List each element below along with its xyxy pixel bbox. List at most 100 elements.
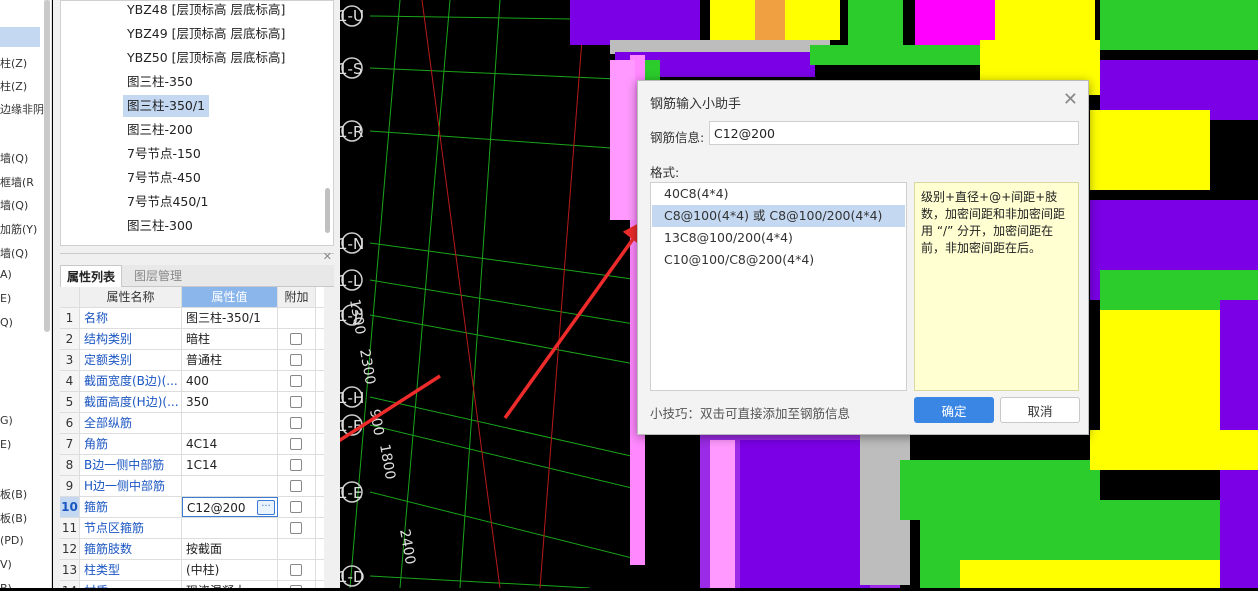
- property-row[interactable]: 3 定额类别 普通柱: [60, 350, 324, 371]
- property-value[interactable]: 400: [182, 371, 278, 391]
- left-strip-item[interactable]: 边缘非阴: [0, 101, 44, 117]
- property-extra: [278, 497, 316, 517]
- property-row[interactable]: 9 H边一侧中部筋: [60, 476, 324, 497]
- row-number: 14: [60, 581, 80, 588]
- left-strip-item[interactable]: 框墙(R: [0, 174, 34, 190]
- left-strip-scrollbar[interactable]: [44, 0, 50, 332]
- tab-layers[interactable]: 图层管理: [128, 265, 188, 287]
- component-list-item[interactable]: 7号节点-450: [123, 167, 205, 189]
- property-row[interactable]: 7 角筋 4C14: [60, 434, 324, 455]
- extra-checkbox[interactable]: [290, 564, 302, 576]
- property-value[interactable]: [182, 476, 278, 496]
- cancel-button[interactable]: 取消: [1000, 397, 1080, 423]
- panel-splitter[interactable]: ✕: [60, 250, 334, 265]
- component-list-scrollbar[interactable]: [325, 188, 330, 233]
- property-value[interactable]: 普通柱: [182, 350, 278, 370]
- format-item[interactable]: 13C8@100/200(4*4): [652, 227, 905, 249]
- left-strip-item[interactable]: B): [0, 582, 12, 588]
- component-list-item[interactable]: YBZ48 [层顶标高 层底标高]: [123, 1, 289, 21]
- left-strip-item[interactable]: 板(B): [0, 510, 27, 526]
- extra-checkbox[interactable]: [290, 522, 302, 534]
- extra-checkbox[interactable]: [290, 354, 302, 366]
- left-strip-item[interactable]: A): [0, 268, 12, 281]
- property-value[interactable]: 按截面: [182, 539, 278, 559]
- left-strip-item[interactable]: 墙(Q): [0, 245, 28, 261]
- left-strip-item[interactable]: V): [0, 558, 12, 571]
- property-value[interactable]: C12@200 ···: [182, 497, 278, 517]
- component-list-item[interactable]: 7号节点450/1: [123, 191, 212, 213]
- property-row[interactable]: 10 箍筋 C12@200 ···: [60, 497, 324, 518]
- extra-checkbox[interactable]: [290, 333, 302, 345]
- component-list-item[interactable]: 图三柱-350: [123, 71, 197, 93]
- tab-properties[interactable]: 属性列表: [60, 265, 123, 287]
- property-value[interactable]: [182, 518, 278, 538]
- close-icon[interactable]: ✕: [1063, 89, 1078, 110]
- format-item[interactable]: C8@100(4*4) 或 C8@100/200(4*4): [652, 205, 905, 227]
- format-item[interactable]: 40C8(4*4): [652, 183, 905, 205]
- property-row[interactable]: 14材质现浇混凝土: [60, 581, 324, 588]
- property-value[interactable]: 1C14: [182, 455, 278, 475]
- row-number: 7: [60, 434, 80, 454]
- extra-checkbox[interactable]: [290, 396, 302, 408]
- property-row[interactable]: 2 结构类别 暗柱: [60, 329, 324, 350]
- component-list-item[interactable]: 图三柱-350/1: [123, 95, 210, 117]
- property-value[interactable]: 现浇混凝土: [182, 581, 278, 588]
- property-row[interactable]: 12 箍筋肢数 按截面: [60, 539, 324, 560]
- property-extra: [278, 413, 316, 433]
- format-item[interactable]: C10@100/C8@200(4*4): [652, 249, 905, 271]
- property-value[interactable]: [182, 413, 278, 433]
- component-list-item[interactable]: YBZ50 [层顶标高 层底标高]: [123, 47, 289, 69]
- left-strip-item[interactable]: Q): [0, 316, 13, 329]
- property-row[interactable]: 13 柱类型 (中柱): [60, 560, 324, 581]
- left-strip-item[interactable]: 墙(Q): [0, 150, 28, 166]
- row-number: 5: [60, 392, 80, 412]
- property-value[interactable]: 350: [182, 392, 278, 412]
- component-list-item[interactable]: 图三柱-200: [123, 119, 197, 141]
- property-row[interactable]: 4 截面宽度(B边)(... 400: [60, 371, 324, 392]
- component-list-item[interactable]: 7号节点-150: [123, 143, 205, 165]
- rebar-info-input[interactable]: [709, 121, 1079, 145]
- extra-checkbox[interactable]: [290, 417, 302, 429]
- property-extra: [278, 455, 316, 475]
- property-name: 名称: [80, 308, 182, 328]
- extra-checkbox[interactable]: [290, 459, 302, 471]
- property-value[interactable]: 4C14: [182, 434, 278, 454]
- left-strip-item[interactable]: E): [0, 438, 11, 451]
- ellipsis-button[interactable]: ···: [257, 500, 275, 515]
- left-strip-item[interactable]: 墙(Q): [0, 197, 28, 213]
- left-strip-item[interactable]: 柱(Z): [0, 55, 27, 71]
- property-name: 截面宽度(B边)(...: [80, 371, 182, 391]
- property-name: 柱类型: [80, 560, 182, 580]
- extra-checkbox[interactable]: [290, 438, 302, 450]
- property-row[interactable]: 8 B边一侧中部筋 1C14: [60, 455, 324, 476]
- row-number: 1: [60, 308, 80, 328]
- property-row[interactable]: 6 全部纵筋: [60, 413, 324, 434]
- property-row[interactable]: 5 截面高度(H边)(... 350: [60, 392, 324, 413]
- extra-checkbox[interactable]: [290, 375, 302, 387]
- property-value-text: 350: [186, 395, 209, 409]
- property-value[interactable]: 图三柱-350/1: [182, 308, 278, 328]
- property-extra: [278, 434, 316, 454]
- left-strip-item[interactable]: 加筋(Y): [0, 221, 37, 237]
- property-value[interactable]: (中柱): [182, 560, 278, 580]
- extra-checkbox[interactable]: [290, 480, 302, 492]
- left-strip-selection: [0, 27, 40, 47]
- format-description: 级别+直径+@+间距+肢数，加密间距和非加密间距用 “/” 分开，加密间距在前，…: [914, 182, 1079, 391]
- component-list-item[interactable]: YBZ49 [层顶标高 层底标高]: [123, 23, 289, 45]
- close-icon[interactable]: ✕: [323, 250, 332, 263]
- property-row[interactable]: 11 节点区箍筋: [60, 518, 324, 539]
- component-list-item[interactable]: 图三柱-300: [123, 215, 197, 237]
- property-extra: [278, 308, 316, 328]
- property-value-text: 按截面: [186, 542, 223, 556]
- property-value[interactable]: 暗柱: [182, 329, 278, 349]
- left-strip-item[interactable]: E): [0, 292, 11, 305]
- left-strip-item[interactable]: 板(B): [0, 486, 27, 502]
- axis-label: 1-S: [340, 60, 362, 78]
- property-name: 材质: [80, 581, 182, 588]
- ok-button[interactable]: 确定: [914, 397, 994, 423]
- left-strip-item[interactable]: 柱(Z): [0, 78, 27, 94]
- property-row[interactable]: 1 名称 图三柱-350/1: [60, 308, 324, 329]
- left-strip-item[interactable]: G): [0, 414, 13, 427]
- extra-checkbox[interactable]: [290, 501, 302, 513]
- left-strip-item[interactable]: (PD): [0, 534, 24, 547]
